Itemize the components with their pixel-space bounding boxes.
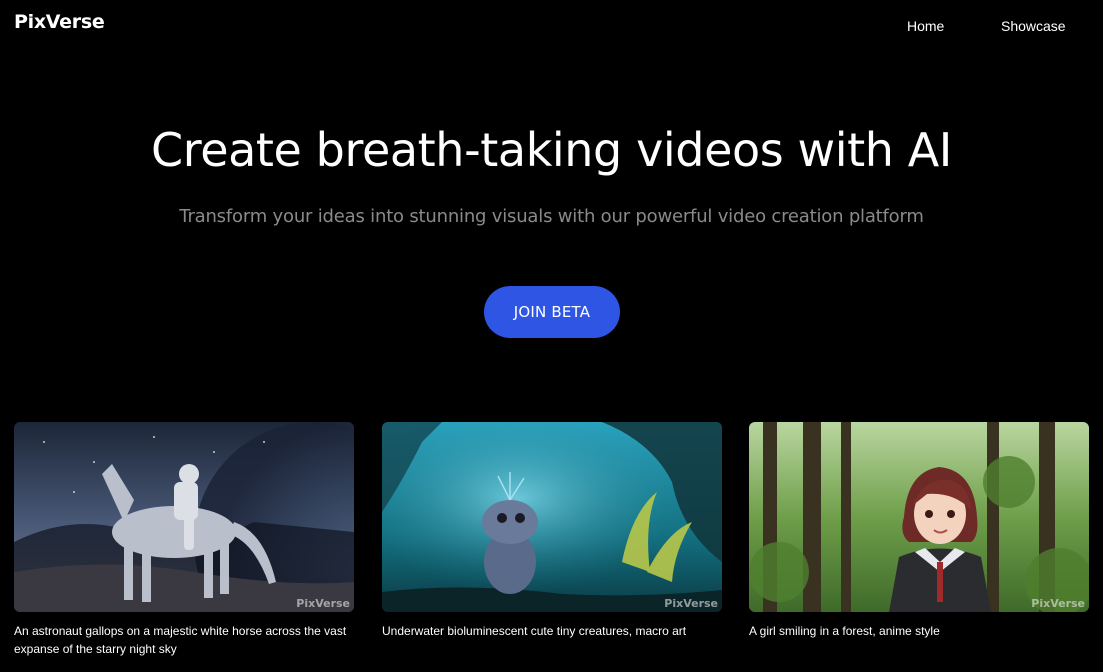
hero-title: Create breath-taking videos with AI (151, 123, 952, 177)
video-thumbnail-astronaut[interactable]: PixVerse (14, 422, 354, 612)
astronaut-horse-image (14, 422, 354, 612)
underwater-creature-image (382, 422, 722, 612)
logo[interactable]: PixVerse (14, 11, 105, 33)
hero-subtitle: Transform your ideas into stunning visua… (179, 206, 924, 227)
video-thumbnail-forest-girl[interactable]: PixVerse (749, 422, 1089, 612)
showcase-card[interactable]: PixVerse A girl smiling in a forest, ani… (749, 422, 1089, 640)
watermark: PixVerse (664, 597, 718, 610)
card-caption: A girl smiling in a forest, anime style (749, 624, 940, 638)
nav-showcase-link[interactable]: Showcase (1001, 18, 1066, 34)
top-nav: Home Showcase (803, 18, 1103, 38)
video-thumbnail-underwater[interactable]: PixVerse (382, 422, 722, 612)
join-beta-button[interactable]: JOIN BETA (484, 286, 620, 338)
showcase-card[interactable]: PixVerse An astronaut gallops on a majes… (14, 422, 354, 658)
anime-girl-forest-image (749, 422, 1089, 612)
nav-home-link[interactable]: Home (907, 18, 944, 34)
card-caption: An astronaut gallops on a majestic white… (14, 624, 347, 656)
watermark: PixVerse (296, 597, 350, 610)
showcase-card[interactable]: PixVerse Underwater bioluminescent cute … (382, 422, 722, 640)
card-caption: Underwater bioluminescent cute tiny crea… (382, 624, 687, 638)
watermark: PixVerse (1031, 597, 1085, 610)
